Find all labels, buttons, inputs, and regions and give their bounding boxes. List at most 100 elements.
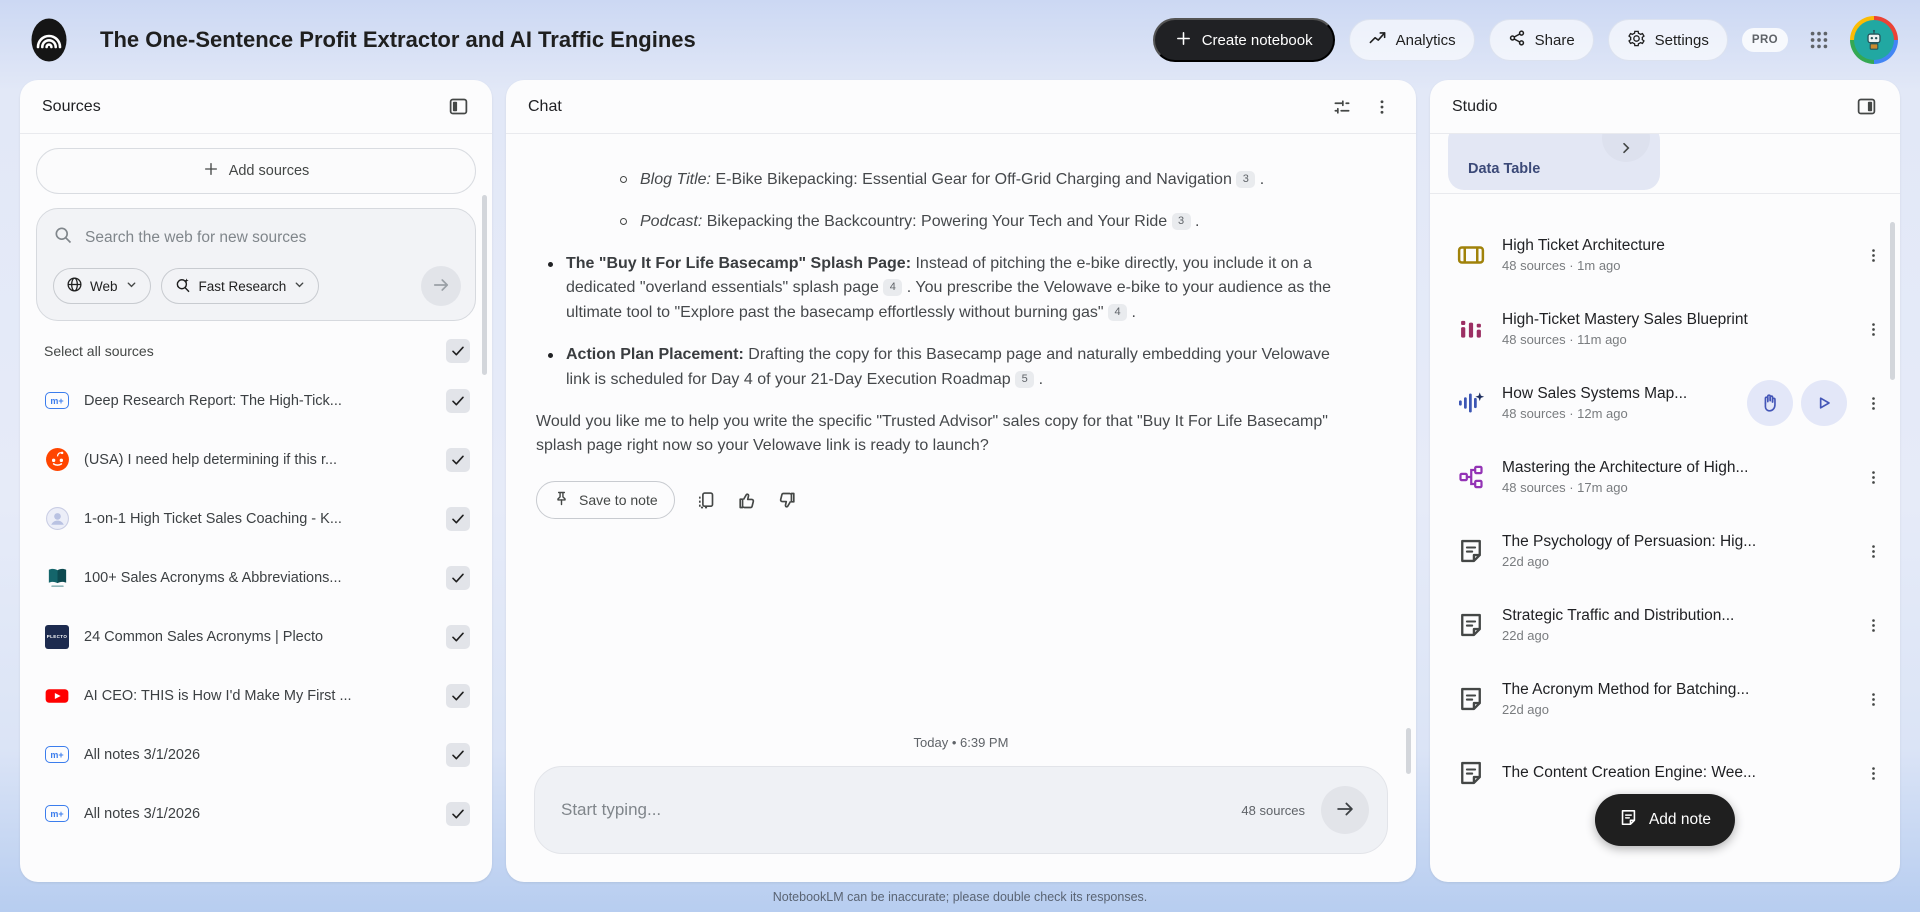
studio-scrollbar[interactable] [1890,222,1895,380]
chevron-down-icon [293,278,306,294]
studio-list-item[interactable]: The Acronym Method for Batching... 22d a… [1430,662,1900,736]
chat-message: The "Buy It For Life Basecamp" Splash Pa… [536,252,1336,326]
user-avatar[interactable] [1850,16,1898,64]
play-audio-button[interactable] [1801,380,1847,426]
chat-input[interactable] [561,800,1226,820]
kebab-menu-icon[interactable] [1865,691,1882,708]
source-list-item[interactable]: 1-on-1 High Ticket Sales Coaching - K... [36,489,476,548]
save-to-note-button[interactable]: Save to note [536,481,675,520]
citation-chip[interactable]: 5 [1015,370,1035,388]
add-note-button[interactable]: Add note [1594,794,1736,846]
source-list-item[interactable]: 100+ Sales Acronyms & Abbreviations... [36,548,476,607]
studio-item-title: High Ticket Architecture [1502,237,1665,254]
apps-grid-icon[interactable] [1802,23,1836,57]
citation-chip[interactable]: 3 [1236,171,1256,189]
source-checkbox[interactable] [446,742,470,767]
citation-chip[interactable]: 4 [1108,304,1128,322]
source-checkbox[interactable] [446,624,470,649]
studio-item-title: Mastering the Architecture of High... [1502,459,1749,476]
studio-list-item[interactable]: Strategic Traffic and Distribution... 22… [1430,588,1900,662]
globe-icon [66,276,83,296]
source-checkbox[interactable] [446,683,470,708]
chat-panel: Chat Blog Title: E-Bike Bikepacking: Ess… [506,80,1416,882]
studio-item-meta: 48 sources · 1m ago [1502,258,1621,273]
note-doc-icon [1456,536,1486,566]
tune-icon[interactable] [1326,91,1358,123]
studio-list-item[interactable]: How Sales Systems Map... 48 sources · 12… [1430,366,1900,440]
studio-list-item[interactable]: The Psychology of Persuasion: Hig... 22d… [1430,514,1900,588]
source-list-item[interactable]: m+ Deep Research Report: The High-Tick..… [36,371,476,430]
notebook-title[interactable]: The One-Sentence Profit Extractor and AI… [100,27,1139,53]
notebooklm-logo-icon[interactable] [26,16,72,64]
studio-list-item[interactable]: Mastering the Architecture of High... 48… [1430,440,1900,514]
gear-icon [1627,29,1646,52]
studio-list-item[interactable]: High Ticket Architecture 48 sources · 1m… [1430,218,1900,292]
send-button[interactable] [1321,786,1369,834]
citation-chip[interactable]: 4 [883,279,903,297]
chat-message: Would you like me to help you write the … [536,410,1336,460]
message-segment: The "Buy It For Life Basecamp" Splash Pa… [566,254,912,272]
interactive-mode-button[interactable] [1747,380,1793,426]
studio-item-meta: 22d ago [1502,628,1549,643]
source-list-item[interactable]: PLECTO 24 Common Sales Acronyms | Plecto [36,607,476,666]
studio-item-title: The Acronym Method for Batching... [1502,681,1750,698]
chat-scrollbar[interactable] [1406,728,1411,774]
source-list-item[interactable]: m+ All notes 3/1/2026 [36,725,476,784]
source-checkbox[interactable] [446,801,470,826]
studio-item-title: High-Ticket Mastery Sales Blueprint [1502,311,1748,328]
sources-panel: Sources Add sources Search the web for n… [20,80,492,882]
kebab-menu-icon[interactable] [1865,617,1882,634]
source-checkbox[interactable] [446,447,470,472]
studio-list-item[interactable]: High-Ticket Mastery Sales Blueprint 48 s… [1430,292,1900,366]
settings-button[interactable]: Settings [1607,19,1728,61]
message-segment: . [1190,212,1200,230]
kebab-menu-icon[interactable] [1366,91,1398,123]
sources-scrollbar[interactable] [482,195,487,375]
studio-item-title: Strategic Traffic and Distribution... [1502,607,1735,624]
source-label: AI CEO: THIS is How I'd Make My First ..… [84,687,352,704]
kebab-menu-icon[interactable] [1865,543,1882,560]
copy-icon[interactable] [695,490,716,511]
add-sources-button[interactable]: Add sources [36,148,476,194]
sources-panel-header: Sources [20,80,492,134]
share-button[interactable]: Share [1488,19,1594,61]
chat-message: Blog Title: E-Bike Bikepacking: Essentia… [536,168,1336,193]
search-input[interactable] [85,228,461,247]
chat-message: Podcast: Bikepacking the Backcountry: Po… [536,210,1336,235]
select-all-checkbox[interactable] [446,339,470,363]
thumb-down-icon[interactable] [777,490,798,511]
kebab-menu-icon[interactable] [1865,765,1882,782]
thumb-up-icon[interactable] [736,490,757,511]
source-checkbox[interactable] [446,565,470,590]
collapse-panel-left-icon[interactable] [442,91,474,123]
source-list: m+ Deep Research Report: The High-Tick..… [36,371,476,882]
collapse-panel-right-icon[interactable] [1850,91,1882,123]
kebab-menu-icon[interactable] [1865,321,1882,338]
search-submit-button[interactable] [421,266,461,306]
source-list-item[interactable]: (USA) I need help determining if this r.… [36,430,476,489]
chat-input-card: 48 sources [534,766,1388,854]
source-list-item[interactable]: m+ All notes 3/1/2026 [36,784,476,843]
source-checkbox[interactable] [446,388,470,413]
create-notebook-button[interactable]: Create notebook [1152,18,1335,62]
studio-item-meta: 22d ago [1502,702,1549,717]
web-source-dropdown[interactable]: Web [53,268,151,304]
search-sparkle-icon [174,276,192,297]
source-checkbox[interactable] [446,506,470,531]
kebab-menu-icon[interactable] [1865,469,1882,486]
kebab-menu-icon[interactable] [1865,247,1882,264]
source-label: Deep Research Report: The High-Tick... [84,392,342,409]
citation-chip[interactable]: 3 [1171,212,1191,230]
robot-avatar-icon [1854,20,1894,60]
note-doc-icon [1456,758,1486,788]
source-count-label: 48 sources [1241,802,1305,818]
audio-waveform-icon [1456,388,1486,418]
arrow-right-icon [431,275,451,298]
analytics-button[interactable]: Analytics [1348,19,1475,61]
kebab-menu-icon[interactable] [1865,395,1882,412]
source-list-item[interactable]: AI CEO: THIS is How I'd Make My First ..… [36,666,476,725]
studio-panel: Studio Data Table High Ticket Architectu… [1430,80,1900,882]
studio-item-title: The Psychology of Persuasion: Hig... [1502,533,1757,550]
studio-item-title: How Sales Systems Map... [1502,385,1688,402]
research-mode-dropdown[interactable]: Fast Research [160,268,320,304]
